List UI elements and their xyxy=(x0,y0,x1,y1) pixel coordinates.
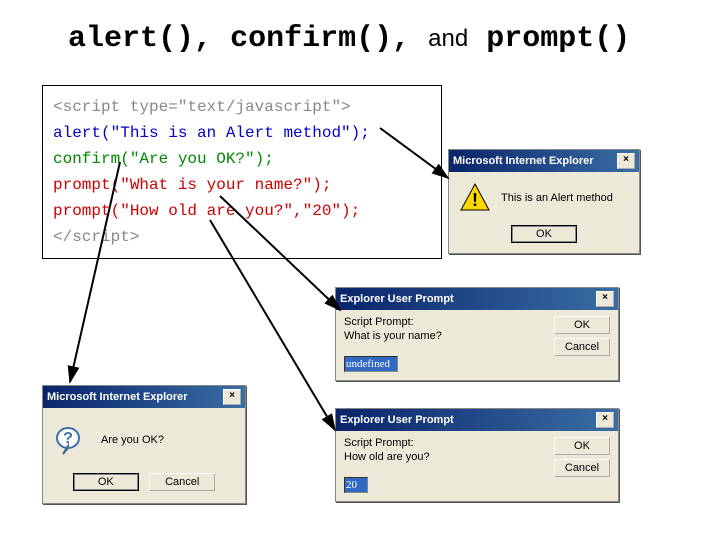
cancel-button[interactable]: Cancel xyxy=(554,459,610,477)
prompt-dialog-2: Explorer User Prompt × OK Cancel Script … xyxy=(335,408,619,502)
confirm-message: Are you OK? xyxy=(101,434,164,446)
code-box: <script type="text/javascript"> alert("T… xyxy=(42,85,442,259)
prompt1-input[interactable]: undefined xyxy=(344,356,398,372)
code-line-2: alert("This is an Alert method"); xyxy=(53,120,431,146)
prompt2-input[interactable]: 20 xyxy=(344,477,368,493)
code-line-3: confirm("Are you OK?"); xyxy=(53,146,431,172)
alert-titlebar: Microsoft Internet Explorer × xyxy=(449,150,639,172)
title-alert: alert() xyxy=(68,22,194,56)
cancel-button[interactable]: Cancel xyxy=(149,473,215,491)
slide-title: alert(), confirm(), and prompt() xyxy=(68,22,630,56)
prompt1-question: What is your name? xyxy=(344,330,546,342)
prompt-dialog-1: Explorer User Prompt × OK Cancel Script … xyxy=(335,287,619,381)
prompt2-titlebar: Explorer User Prompt × xyxy=(336,409,618,431)
ok-button[interactable]: OK xyxy=(554,437,610,455)
prompt1-label: Script Prompt: xyxy=(344,316,546,328)
warning-icon: ! xyxy=(459,182,491,214)
confirm-titlebar: Microsoft Internet Explorer × xyxy=(43,386,245,408)
alert-title: Microsoft Internet Explorer xyxy=(453,155,594,167)
confirm-title: Microsoft Internet Explorer xyxy=(47,391,188,403)
prompt2-question: How old are you? xyxy=(344,451,546,463)
svg-text:?: ? xyxy=(63,430,73,447)
close-icon[interactable]: × xyxy=(617,153,635,169)
code-line-5: prompt("How old are you?","20"); xyxy=(53,198,431,224)
prompt1-title: Explorer User Prompt xyxy=(340,293,454,305)
title-and: and xyxy=(428,25,468,52)
cancel-button[interactable]: Cancel xyxy=(554,338,610,356)
title-confirm: confirm() xyxy=(230,22,392,56)
close-icon[interactable]: × xyxy=(596,291,614,307)
confirm-dialog: Microsoft Internet Explorer × ? Are you … xyxy=(42,385,246,504)
close-icon[interactable]: × xyxy=(223,389,241,405)
code-line-4: prompt("What is your name?"); xyxy=(53,172,431,198)
code-line-6: </script> xyxy=(53,224,431,250)
alert-dialog: Microsoft Internet Explorer × ! This is … xyxy=(448,149,640,254)
comma: , xyxy=(194,22,212,56)
prompt1-titlebar: Explorer User Prompt × xyxy=(336,288,618,310)
question-icon: ? xyxy=(55,424,87,456)
ok-button[interactable]: OK xyxy=(554,316,610,334)
ok-button[interactable]: OK xyxy=(511,225,577,243)
prompt2-label: Script Prompt: xyxy=(344,437,546,449)
svg-text:!: ! xyxy=(472,190,478,210)
title-prompt: prompt() xyxy=(486,22,630,56)
prompt2-title: Explorer User Prompt xyxy=(340,414,454,426)
code-line-1: <script type="text/javascript"> xyxy=(53,94,431,120)
comma: , xyxy=(392,22,410,56)
close-icon[interactable]: × xyxy=(596,412,614,428)
ok-button[interactable]: OK xyxy=(73,473,139,491)
alert-message: This is an Alert method xyxy=(501,192,613,204)
